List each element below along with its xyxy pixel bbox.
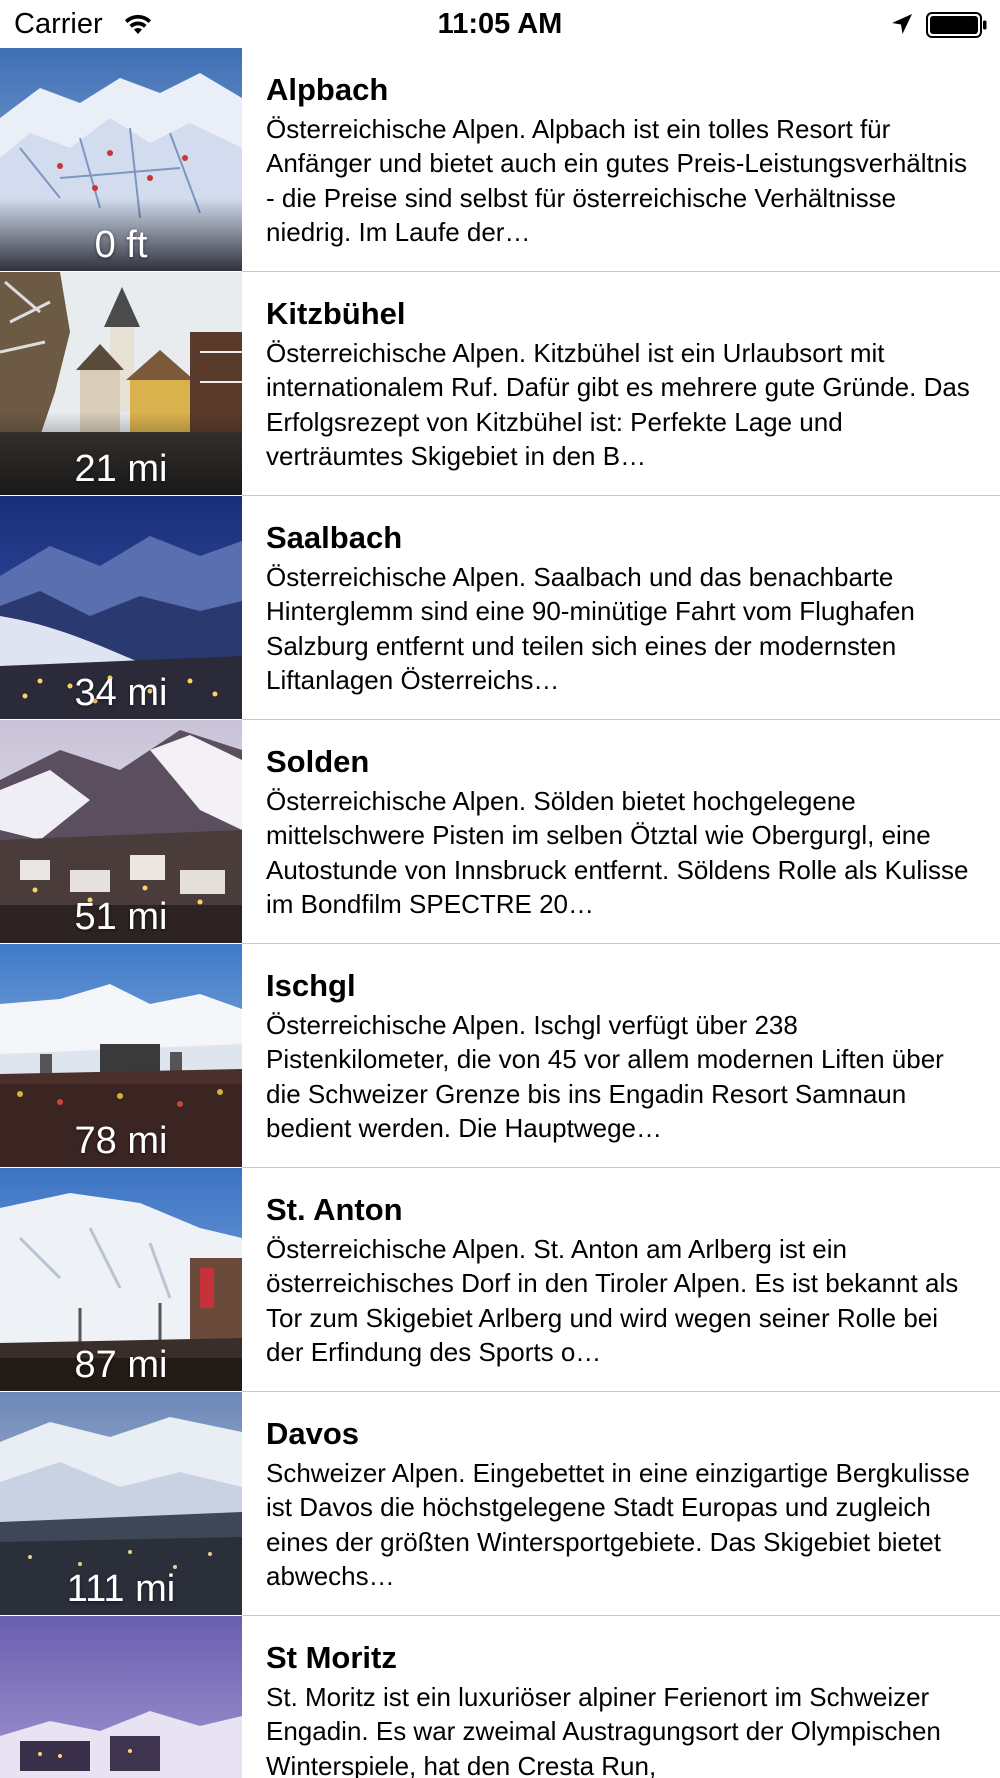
carrier-label: Carrier [14, 8, 103, 40]
resort-name: Kitzbühel [266, 296, 406, 331]
resort-description: Schweizer Alpen. Eingebettet in eine ein… [266, 1458, 970, 1591]
resort-description: Österreichische Alpen. Alpbach ist ein t… [266, 114, 967, 247]
resort-description: Österreichische Alpen. Saalbach und das … [266, 562, 915, 695]
distance-label: 21 mi [74, 448, 168, 490]
wifi-icon [125, 14, 151, 34]
resort-name: Ischgl [266, 968, 356, 1003]
resort-description: Österreichische Alpen. Ischgl verfügt üb… [266, 1010, 944, 1143]
resort-thumbnail: 87 mi [0, 1168, 242, 1391]
resort-name: Alpbach [266, 72, 389, 107]
screen: Carrier 11:05 AM 0 ft Alpbach Österreich… [0, 0, 1000, 1778]
resort-row[interactable]: 78 mi Ischgl Österreichische Alpen. Isch… [0, 944, 1000, 1168]
resort-thumbnail: 34 mi [0, 496, 242, 719]
resort-thumbnail: 78 mi [0, 944, 242, 1167]
battery-icon [926, 12, 987, 38]
resort-row[interactable]: 21 mi Kitzbühel Österreichische Alpen. K… [0, 272, 1000, 496]
resort-row[interactable]: 51 mi Solden Österreichische Alpen. Söld… [0, 720, 1000, 944]
st-moritz-dusk-image [0, 1616, 242, 1778]
resort-thumbnail: 111 mi [0, 1392, 242, 1615]
location-arrow-icon [892, 14, 912, 34]
resort-name: St Moritz [266, 1640, 397, 1675]
distance-label: 87 mi [74, 1344, 168, 1386]
resort-list[interactable]: 0 ft Alpbach Österreichische Alpen. Alpb… [0, 48, 1000, 1778]
resort-row[interactable]: 34 mi Saalbach Österreichische Alpen. Sa… [0, 496, 1000, 720]
resort-row[interactable]: 87 mi St. Anton Österreichische Alpen. S… [0, 1168, 1000, 1392]
resort-name: Davos [266, 1416, 360, 1451]
resort-description: Österreichische Alpen. St. Anton am Arlb… [266, 1234, 959, 1367]
distance-label: 51 mi [74, 896, 168, 938]
resort-thumbnail: 51 mi [0, 720, 242, 943]
resort-row[interactable]: 111 mi Davos Schweizer Alpen. Eingebette… [0, 1392, 1000, 1616]
resort-thumbnail: 21 mi [0, 272, 242, 495]
resort-name: Saalbach [266, 520, 403, 555]
resort-thumbnail: 0 ft [0, 48, 242, 271]
distance-label: 111 mi [66, 1568, 176, 1610]
resort-thumbnail [0, 1616, 242, 1778]
resort-name: Solden [266, 744, 370, 779]
resort-description: Österreichische Alpen. Kitzbühel ist ein… [266, 338, 970, 471]
distance-label: 34 mi [74, 672, 168, 714]
distance-label: 78 mi [74, 1120, 168, 1162]
resort-row[interactable]: St Moritz St. Moritz ist ein luxuriöser … [0, 1616, 1000, 1778]
resort-description: St. Moritz ist ein luxuriöser alpiner Fe… [266, 1682, 941, 1778]
distance-label: 0 ft [94, 224, 148, 266]
resort-description: Österreichische Alpen. Sölden bietet hoc… [266, 786, 969, 919]
status-bar: Carrier 11:05 AM [0, 0, 1000, 48]
clock-time: 11:05 AM [437, 8, 563, 40]
resort-row[interactable]: 0 ft Alpbach Österreichische Alpen. Alpb… [0, 48, 1000, 272]
resort-name: St. Anton [266, 1192, 403, 1227]
